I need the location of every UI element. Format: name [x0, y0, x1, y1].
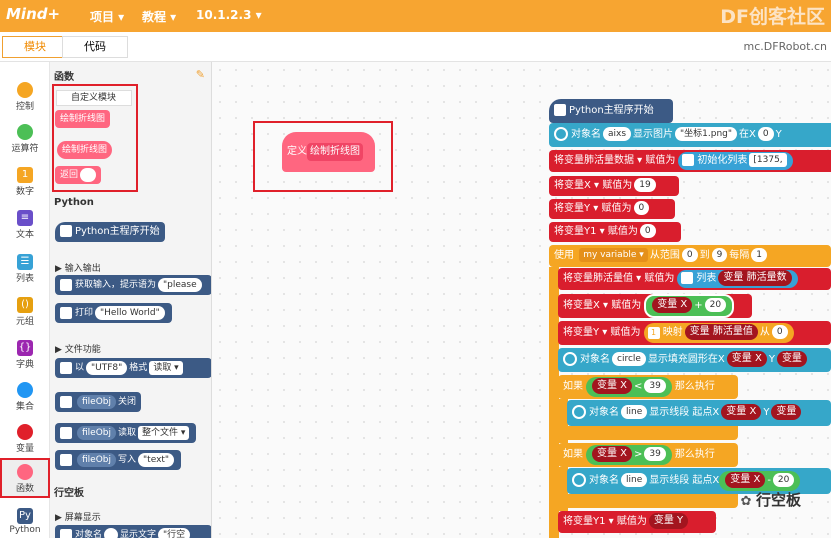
category-sidebar: 控制 运算符 1 数字 ≡ 文本 ☰ 列表 () 元组 {} 字典 集合 变量 函数 Py… [0, 62, 50, 538]
python-start-block[interactable]: Python主程序开始 [549, 99, 673, 123]
category-operators[interactable]: 运算符 [0, 124, 50, 154]
list-icon: ☰ [17, 254, 33, 270]
screen-icon [572, 405, 586, 419]
screen-section[interactable]: ▶ 屏幕显示 [55, 510, 101, 523]
category-text[interactable]: ≡ 文本 [0, 210, 50, 240]
set-y1-block[interactable]: 将变量Y1 ▾ 赋值为 0 [549, 222, 681, 242]
list-icon [681, 272, 694, 284]
pin-icon[interactable]: ✎ [196, 68, 205, 81]
python-icon [60, 225, 72, 237]
file-section[interactable]: ▶ 文件功能 [55, 342, 101, 355]
dict-icon: {} [17, 340, 33, 356]
screen-icon [572, 473, 586, 487]
python-icon [554, 104, 566, 116]
category-list[interactable]: ☰ 列表 [0, 254, 50, 284]
menu-project[interactable]: 项目 ▾ [90, 8, 124, 25]
function-icon [17, 464, 33, 480]
python-icon: Py [17, 508, 33, 524]
site-url: mc.DFRobot.cn [743, 40, 827, 53]
screen-icon [554, 127, 568, 141]
python-icon [60, 453, 72, 466]
tab-code[interactable]: 代码 [62, 36, 128, 58]
set-x-block[interactable]: 将变量X ▾ 赋值为 19 [549, 176, 679, 196]
tab-blocks[interactable]: 模块 [2, 36, 68, 58]
app-logo: Mind+ [6, 5, 61, 23]
wechat-icon: ✿ [740, 494, 756, 509]
draw-circle-block[interactable]: 对象名 circle 显示填充圆形在X 变量 X Y 变量 [558, 348, 831, 372]
set-y-block[interactable]: 将变量Y ▾ 赋值为 0 [549, 199, 675, 219]
script-canvas[interactable]: 定义 绘制折线图 Python主程序开始 对象名 aixs 显示图片 "坐标1.png"… [212, 62, 831, 538]
category-function[interactable]: 函数 [0, 458, 50, 498]
operators-icon [17, 124, 33, 140]
python-icon [60, 395, 72, 408]
read-file-block[interactable]: fileObj 读取 整个文件 ▾ [55, 423, 197, 443]
draw-line-block-a[interactable]: 对象名 line 显示线段 起点X 变量 X Y 变量 [567, 400, 831, 426]
set-y1-var-block[interactable]: 将变量Y1 ▾ 赋值为 变量 Y [558, 511, 716, 533]
python-icon [60, 426, 72, 439]
menu-tutorial[interactable]: 教程 ▾ [142, 8, 176, 25]
input-block[interactable]: 获取输入，提示语为 "please [55, 275, 211, 295]
python-header: Python [54, 197, 94, 208]
screen-icon [563, 352, 577, 366]
init-list-reporter: 初始化列表 [1375, [678, 152, 793, 170]
if-gt-block[interactable]: 如果 变量 X >39 那么执行 [558, 443, 738, 467]
category-tuple[interactable]: () 元组 [0, 297, 50, 327]
category-dict[interactable]: {} 字典 [0, 340, 50, 370]
editor-tab-bar: 模块 代码 mc.DFRobot.cn [0, 32, 831, 62]
function-header: 函数 [54, 72, 74, 83]
number-icon: 1 [647, 327, 660, 339]
close-file-block[interactable]: fileObj 关闭 [55, 392, 142, 412]
block-palette: 函数 ✎ 自定义模块 绘制折线图 绘制折线图 返回 Python Python主… [50, 62, 212, 538]
category-set[interactable]: 集合 [0, 382, 50, 412]
board-header: 行空板 [54, 488, 84, 499]
set-bar-val-block[interactable]: 将变量肺活量值 ▾ 赋值为 列表 变量 肺活量数 [558, 268, 831, 290]
python-icon [60, 306, 72, 319]
list-icon [682, 154, 695, 166]
draw-line-block-1[interactable]: 绘制折线图 [55, 110, 111, 128]
show-image-block[interactable]: 对象名 aixs 显示图片 "坐标1.png" 在X 0 Y [549, 123, 831, 147]
category-variable[interactable]: 变量 [0, 424, 50, 454]
set-bar-data-block[interactable]: 将变量肺活量数据 ▾ 赋值为 初始化列表 [1375, [549, 150, 831, 172]
category-python[interactable]: Py Python [0, 508, 50, 535]
write-file-block[interactable]: fileObj 写入 "text" [55, 450, 182, 470]
brand-watermark: DF创客社区 [720, 6, 825, 28]
set-y-map-block[interactable]: 将变量Y ▾ 赋值为 1 映射 变量 肺活量值从 0 [558, 321, 831, 345]
python-icon [60, 361, 72, 374]
if-lt-block[interactable]: 如果 变量 X <39 那么执行 [558, 375, 738, 399]
io-section[interactable]: ▶ 输入输出 [55, 261, 101, 274]
python-icon [60, 528, 72, 538]
py-start-block[interactable]: Python主程序开始 [55, 222, 165, 242]
open-file-block[interactable]: 以 "UTF8" 格式 读取 ▾ [55, 358, 211, 378]
draw-line-block-2[interactable]: 绘制折线图 [57, 141, 113, 159]
top-bar: Mind+ 项目 ▾ 教程 ▾ 10.1.2.3 ▾ DF创客社区 [0, 0, 831, 32]
text-icon: ≡ [17, 210, 33, 226]
set-icon [17, 382, 33, 398]
tuple-icon: () [17, 297, 33, 313]
for-range-block[interactable]: 使用 my variable ▾ 从范围 0 到 9 每隔 1 [549, 245, 831, 267]
variable-icon [17, 424, 33, 440]
version-menu[interactable]: 10.1.2.3 ▾ [196, 8, 262, 22]
define-block[interactable]: 定义 绘制折线图 [282, 132, 375, 172]
category-number[interactable]: 1 数字 [0, 167, 50, 197]
watermark: ✿ 行空板 [740, 491, 801, 509]
number-icon: 1 [17, 167, 33, 183]
control-icon [17, 82, 33, 98]
set-x-plus-block[interactable]: 将变量X ▾ 赋值为 变量 X +20 [558, 294, 752, 318]
python-icon [60, 278, 72, 291]
return-block[interactable]: 返回 [55, 166, 101, 184]
custom-module-button[interactable]: 自定义模块 [56, 90, 132, 106]
show-text-block[interactable]: 对象名 显示文字 "行空 [55, 525, 211, 538]
category-control[interactable]: 控制 [0, 82, 50, 112]
print-block[interactable]: 打印 "Hello World" [55, 303, 172, 323]
